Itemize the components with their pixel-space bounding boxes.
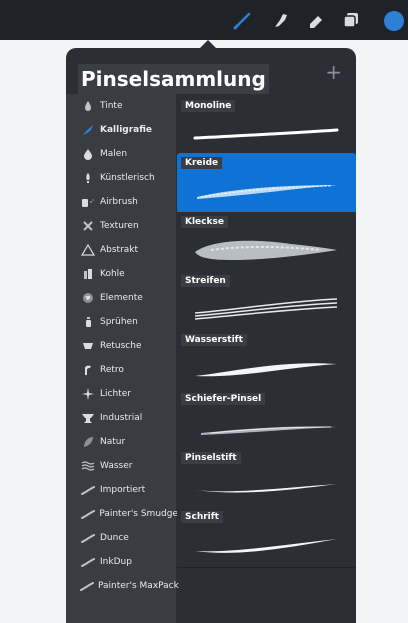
eraser-icon[interactable] bbox=[306, 9, 328, 31]
brush-set-list: Tinte Kalligrafie Malen Künstlerisch Air… bbox=[66, 94, 179, 623]
triangle-icon bbox=[80, 242, 96, 258]
paint-drop-icon bbox=[80, 146, 96, 162]
retouch-icon bbox=[80, 338, 96, 354]
set-item-elemente[interactable]: Elemente bbox=[66, 286, 178, 310]
set-label: Malen bbox=[100, 149, 128, 159]
set-item-malen[interactable]: Malen bbox=[66, 142, 178, 166]
artist-brush-icon bbox=[80, 170, 96, 186]
smudge-icon[interactable] bbox=[270, 9, 292, 31]
set-item-painters-smudge[interactable]: Painter's Smudge bbox=[66, 502, 178, 526]
brush-icon[interactable] bbox=[232, 9, 254, 31]
set-item-importiert[interactable]: Importiert bbox=[66, 478, 178, 502]
brush-stroke-preview bbox=[201, 426, 337, 435]
set-label: Sprühen bbox=[100, 317, 138, 327]
set-label: Painter's Smudge bbox=[99, 509, 178, 519]
set-item-texturen[interactable]: Texturen bbox=[66, 214, 178, 238]
retro-icon bbox=[80, 362, 96, 378]
set-item-kuenstlerisch[interactable]: Künstlerisch bbox=[66, 166, 178, 190]
set-item-natur[interactable]: Natur bbox=[66, 430, 178, 454]
set-label: Wasser bbox=[100, 461, 133, 471]
set-item-abstrakt[interactable]: Abstrakt bbox=[66, 238, 178, 262]
set-item-retusche[interactable]: Retusche bbox=[66, 334, 178, 358]
brush-item-schrift[interactable]: Schrift bbox=[177, 507, 356, 568]
leaf-icon bbox=[80, 434, 96, 450]
brush-name: Wasserstift bbox=[181, 334, 247, 346]
set-label: Natur bbox=[100, 437, 126, 447]
brush-name: Schrift bbox=[181, 511, 223, 523]
set-item-airbrush[interactable]: Airbrush bbox=[66, 190, 178, 214]
anvil-icon bbox=[80, 410, 96, 426]
stroke-icon bbox=[80, 554, 96, 570]
brush-stroke-preview bbox=[195, 240, 337, 260]
set-label: Industrial bbox=[100, 413, 143, 423]
brush-name: Kreide bbox=[181, 157, 223, 169]
brush-item-streifen[interactable]: Streifen bbox=[177, 271, 356, 332]
brush-name: Schiefer-Pinsel bbox=[181, 393, 266, 405]
set-item-painters-maxpack[interactable]: Painter's MaxPack bbox=[66, 574, 179, 598]
brush-stroke-preview bbox=[193, 128, 339, 140]
texture-icon bbox=[80, 218, 96, 234]
waves-icon bbox=[80, 458, 96, 474]
brush-name: Streifen bbox=[181, 275, 230, 287]
brush-item-monoline[interactable]: Monoline bbox=[177, 96, 356, 157]
set-label: Kohle bbox=[100, 269, 125, 279]
set-label: Elemente bbox=[100, 293, 143, 303]
globe-icon bbox=[80, 290, 96, 306]
set-label: Retro bbox=[100, 365, 124, 375]
set-label: Tinte bbox=[100, 101, 123, 111]
set-label: InkDup bbox=[100, 557, 132, 567]
panel-title: Pinselsammlung bbox=[78, 64, 269, 94]
brush-item-wasserstift[interactable]: Wasserstift bbox=[177, 330, 356, 391]
set-label: Dunce bbox=[100, 533, 129, 543]
brush-list: Monoline Kreide Kleckse Streifen Wassers… bbox=[177, 96, 356, 568]
brush-item-pinselstift[interactable]: Pinselstift bbox=[177, 448, 356, 509]
brush-stroke-preview bbox=[195, 363, 337, 377]
brush-item-schiefer-pinsel[interactable]: Schiefer-Pinsel bbox=[177, 389, 356, 450]
set-item-lichter[interactable]: Lichter bbox=[66, 382, 178, 406]
set-label: Retusche bbox=[100, 341, 142, 351]
set-label: Abstrakt bbox=[100, 245, 139, 255]
brush-name: Monoline bbox=[181, 100, 236, 112]
set-label: Kalligrafie bbox=[100, 125, 153, 135]
set-label: Künstlerisch bbox=[100, 173, 155, 183]
set-item-wasser[interactable]: Wasser bbox=[66, 454, 178, 478]
stroke-icon bbox=[80, 578, 94, 594]
airbrush-icon bbox=[80, 194, 96, 210]
ink-drop-icon bbox=[80, 98, 96, 114]
brush-item-kreide[interactable]: Kreide bbox=[177, 153, 356, 214]
set-item-kalligrafie[interactable]: Kalligrafie bbox=[66, 118, 178, 142]
stroke-icon bbox=[80, 530, 96, 546]
set-item-tinte[interactable]: Tinte bbox=[66, 94, 178, 118]
sparkle-icon bbox=[80, 386, 96, 402]
set-label: Airbrush bbox=[100, 197, 138, 207]
set-item-kohle[interactable]: Kohle bbox=[66, 262, 178, 286]
layers-icon[interactable] bbox=[340, 9, 362, 31]
set-label: Importiert bbox=[100, 485, 146, 495]
set-label: Painter's MaxPack bbox=[98, 581, 179, 591]
set-label: Texturen bbox=[100, 221, 139, 231]
calligraphy-icon bbox=[80, 122, 96, 138]
brush-stroke-preview bbox=[197, 185, 337, 199]
set-item-industrial[interactable]: Industrial bbox=[66, 406, 178, 430]
top-toolbar bbox=[0, 0, 408, 40]
stroke-icon bbox=[80, 506, 95, 522]
spray-can-icon bbox=[80, 314, 96, 330]
set-item-dunce[interactable]: Dunce bbox=[66, 526, 178, 550]
brush-stroke-preview bbox=[194, 298, 338, 320]
popover-caret bbox=[200, 40, 216, 48]
charcoal-icon bbox=[80, 266, 96, 282]
brush-name: Pinselstift bbox=[181, 452, 241, 464]
brush-item-kleckse[interactable]: Kleckse bbox=[177, 212, 356, 273]
stroke-icon bbox=[80, 482, 96, 498]
brush-name: Kleckse bbox=[181, 216, 228, 228]
set-item-inkdup[interactable]: InkDup bbox=[66, 550, 178, 574]
brush-stroke-preview bbox=[195, 539, 337, 553]
brush-stroke-preview bbox=[195, 484, 337, 493]
set-label: Lichter bbox=[100, 389, 131, 399]
set-item-spruehen[interactable]: Sprühen bbox=[66, 310, 178, 334]
add-brush-set-button[interactable]: + bbox=[325, 62, 342, 82]
color-swatch[interactable] bbox=[384, 11, 404, 31]
set-item-retro[interactable]: Retro bbox=[66, 358, 178, 382]
brush-library-panel: Pinselsammlung + Tinte Kalligrafie Malen… bbox=[66, 48, 356, 623]
